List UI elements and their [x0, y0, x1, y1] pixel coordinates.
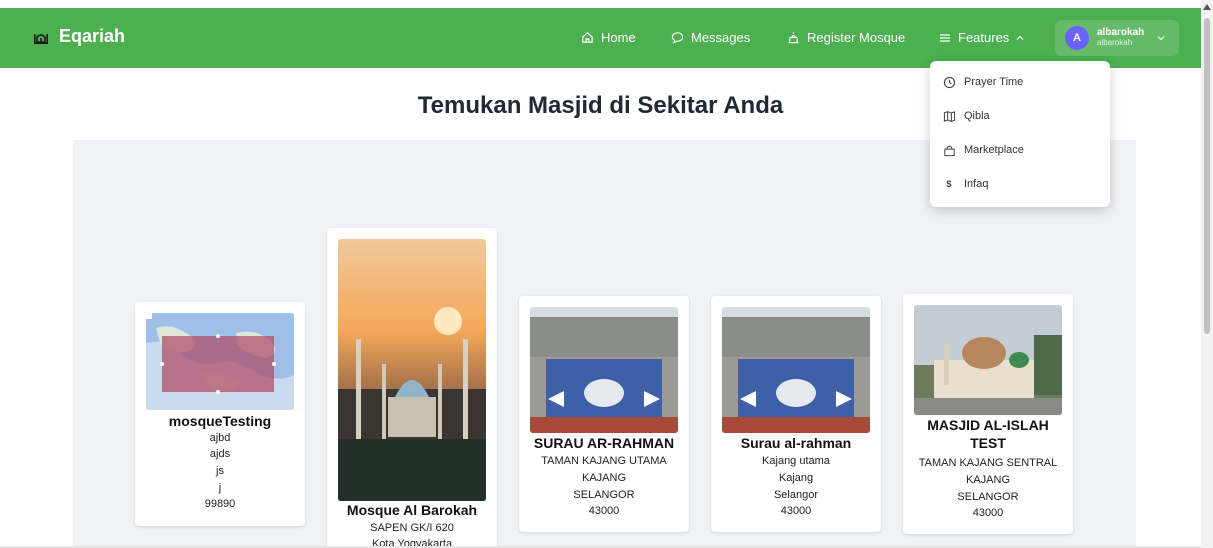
- mosque-postcode: 99890: [204, 498, 236, 510]
- mosque-address-line: KAJANG: [581, 472, 626, 484]
- brand-name: Eqariah: [59, 26, 126, 46]
- menu-item-prayer-time[interactable]: Prayer Time: [942, 72, 1023, 92]
- home-icon: [582, 32, 593, 43]
- mosque-postcode: 43000: [972, 507, 1004, 519]
- mosque-name: MASJID AL-ISLAH: [927, 417, 1049, 433]
- nav-features[interactable]: Features: [939, 30, 1025, 45]
- scroll-thumb[interactable]: [1204, 18, 1210, 334]
- mosque-address-line: ajbd: [209, 432, 231, 444]
- mosque-name: Mosque Al Barokah: [346, 502, 478, 518]
- chat-icon: [671, 32, 684, 44]
- chevron-down-icon: [1157, 36, 1165, 41]
- mosque-photo: [914, 305, 1062, 415]
- mosque-map-image: [146, 313, 294, 410]
- mosque-name: TEST: [970, 435, 1006, 451]
- features-dropdown: Prayer Time Qibla Marketplace $ Infaq: [930, 61, 1110, 207]
- user-handle: albarokah: [1097, 38, 1133, 47]
- mosque-address-line: Kajang utama: [762, 455, 830, 467]
- mosque-photo: [530, 307, 678, 433]
- clock-icon: [943, 76, 955, 88]
- mosque-address-line: SAPEN GK/I 620: [370, 522, 454, 534]
- mosque-address-line: js: [216, 465, 224, 477]
- mosque-icon: [34, 33, 48, 44]
- mosque-photo: [722, 307, 870, 433]
- mosque-card[interactable]: mosqueTesting ajbd ajds js j 99890: [135, 302, 305, 526]
- nav-home[interactable]: Home: [581, 30, 636, 45]
- mosque-postcode: 43000: [588, 505, 620, 517]
- menu-icon: [940, 33, 950, 42]
- top-navbar: Eqariah Home Messages Register Mosque Fe…: [0, 8, 1201, 68]
- menu-item-marketplace[interactable]: Marketplace: [942, 140, 1024, 160]
- nav-features-label: Features: [958, 30, 1010, 45]
- nav-register-label: Register Mosque: [807, 30, 906, 45]
- brand-logo[interactable]: Eqariah: [32, 26, 125, 47]
- menu-item-label: Infaq: [964, 178, 989, 190]
- mosque-address-line: TAMAN KAJANG UTAMA: [541, 455, 667, 467]
- mosque-photo: [338, 239, 486, 501]
- nav-register-mosque[interactable]: Register Mosque: [787, 30, 905, 45]
- mosque-card[interactable]: Mosque Al Barokah SAPEN GK/I 620 Kota Yo…: [327, 228, 497, 548]
- mosque-address-line: Selangor: [773, 489, 819, 501]
- menu-item-infaq[interactable]: $ Infaq: [942, 174, 988, 194]
- mosque-address-line: TAMAN KAJANG SENTRAL: [918, 457, 1058, 469]
- mosque-name: SURAU AR-RAHMAN: [533, 435, 675, 451]
- menu-item-label: Marketplace: [964, 144, 1024, 156]
- dollar-icon: $: [946, 179, 952, 189]
- user-menu-button[interactable]: A albarokah albarokah: [1055, 20, 1179, 56]
- shopping-bag-icon: [943, 145, 955, 156]
- nav-messages-label: Messages: [691, 30, 751, 45]
- menu-item-label: Prayer Time: [964, 76, 1024, 88]
- mosque-postcode: 43000: [780, 505, 812, 517]
- scroll-up-arrow-icon[interactable]: [1203, 4, 1211, 10]
- mosque-name: mosqueTesting: [168, 413, 272, 429]
- mosque-card[interactable]: Surau al-rahman Kajang utama Kajang Sela…: [711, 296, 881, 532]
- menu-item-label: Qibla: [964, 110, 990, 122]
- vertical-scrollbar[interactable]: [1201, 0, 1213, 548]
- mosque-address-line: KAJANG: [965, 474, 1010, 486]
- mosque-address-line: SELANGOR: [573, 489, 635, 501]
- chevron-up-icon: [1016, 35, 1024, 40]
- nav-home-label: Home: [601, 30, 636, 45]
- avatar: A: [1065, 26, 1089, 50]
- mosque-address-line: Kajang: [778, 472, 814, 484]
- user-name: albarokah: [1097, 27, 1145, 38]
- mosque-small-icon: [788, 32, 799, 44]
- mosque-card[interactable]: SURAU AR-RAHMAN TAMAN KAJANG UTAMA KAJAN…: [519, 296, 689, 532]
- menu-item-qibla[interactable]: Qibla: [942, 106, 990, 126]
- mosque-address-line: ajds: [209, 448, 231, 460]
- nav-messages[interactable]: Messages: [671, 30, 750, 45]
- mosque-name: Surau al-rahman: [740, 435, 852, 451]
- map-icon: [943, 110, 955, 122]
- mosque-card[interactable]: MASJID AL-ISLAH TEST TAMAN KAJANG SENTRA…: [903, 294, 1073, 534]
- mosque-address-line: SELANGOR: [957, 491, 1019, 503]
- mosque-address-line: j: [218, 482, 222, 494]
